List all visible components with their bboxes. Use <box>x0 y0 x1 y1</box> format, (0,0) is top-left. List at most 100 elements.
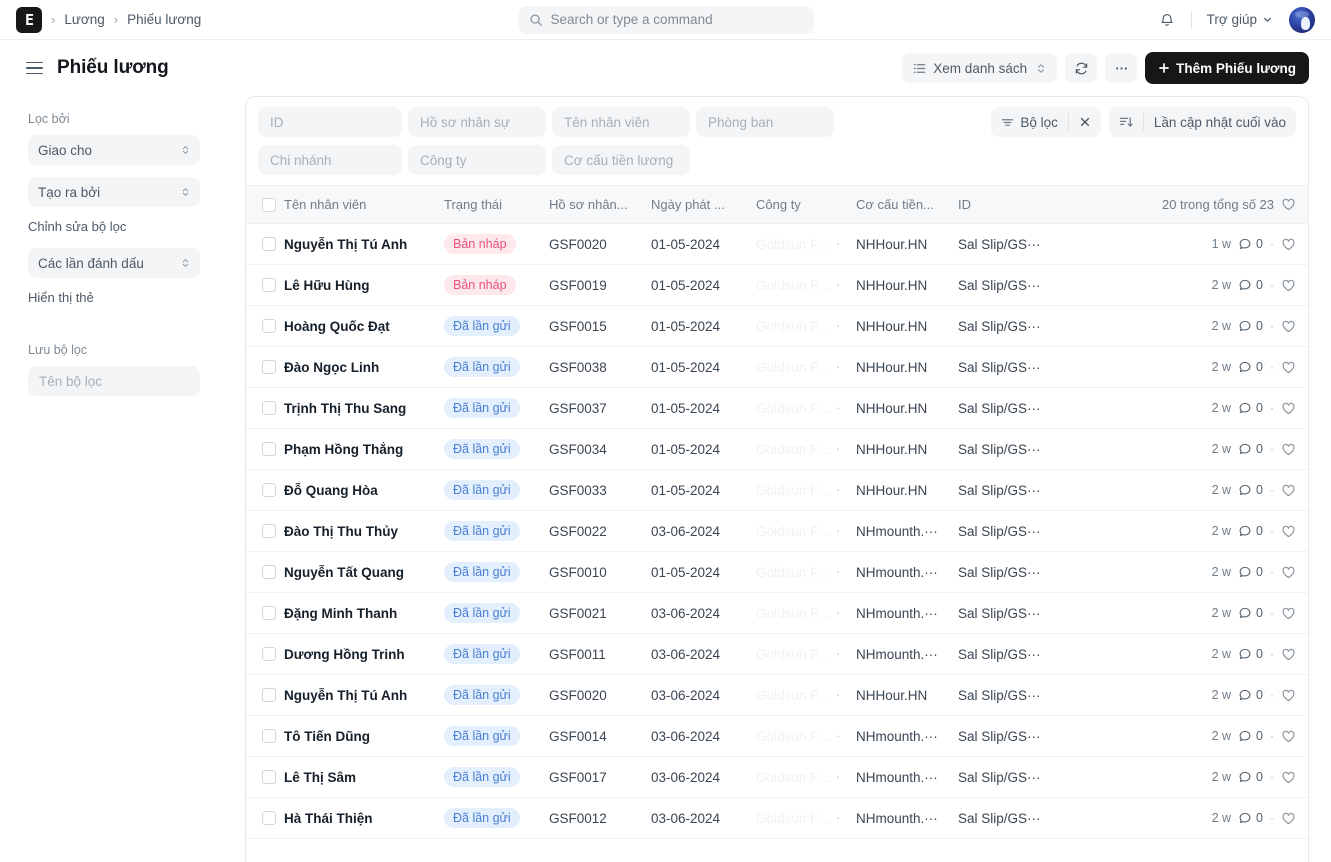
row-checkbox[interactable] <box>262 606 276 620</box>
avatar[interactable] <box>1289 6 1315 33</box>
table-row[interactable]: Tô Tiến Dũng Đã lần gửi GSF0014 03-06-2024 G… <box>246 716 1308 757</box>
comment-count[interactable]: 0 <box>1238 770 1263 784</box>
row-checkbox[interactable] <box>262 647 276 661</box>
heart-icon[interactable] <box>1281 811 1296 826</box>
row-checkbox[interactable] <box>262 360 276 374</box>
table-row[interactable]: Đào Ngọc Linh Đã lần gửi GSF0038 01-05-2024… <box>246 347 1308 388</box>
comment-count[interactable]: 0 <box>1238 278 1263 292</box>
refresh-button[interactable] <box>1065 53 1098 83</box>
app-logo[interactable]: E <box>16 6 42 33</box>
add-payslip-button[interactable]: Thêm Phiếu lương <box>1145 52 1309 84</box>
cell-id[interactable]: Sal Slip/GS··· <box>958 811 1108 826</box>
heart-icon[interactable] <box>1281 524 1296 539</box>
employee-record-filter-input[interactable] <box>408 107 546 137</box>
heart-icon[interactable] <box>1281 401 1296 416</box>
comment-count[interactable]: 0 <box>1238 319 1263 333</box>
heart-icon[interactable] <box>1281 360 1296 375</box>
comment-count[interactable]: 0 <box>1238 606 1263 620</box>
salary-structure-filter-input[interactable] <box>552 145 690 175</box>
heart-icon[interactable] <box>1281 647 1296 662</box>
cell-id[interactable]: Sal Slip/GS··· <box>958 483 1108 498</box>
filter-button[interactable]: Bộ lọc <box>991 107 1068 137</box>
cell-employee-name[interactable]: Nguyễn Thị Tú Anh <box>284 688 444 703</box>
filter-name-input[interactable] <box>28 366 200 396</box>
column-header-name[interactable]: Tên nhân viên <box>284 197 444 212</box>
created-by-select[interactable]: Tạo ra bởi <box>28 177 200 207</box>
row-checkbox[interactable] <box>262 565 276 579</box>
table-row[interactable]: Lê Hữu Hùng Bản nháp GSF0019 01-05-2024 Gold… <box>246 265 1308 306</box>
cell-employee-name[interactable]: Đặng Minh Thanh <box>284 606 444 621</box>
row-checkbox[interactable] <box>262 729 276 743</box>
heart-icon[interactable] <box>1281 442 1296 457</box>
cell-employee-name[interactable]: Dương Hồng Trinh <box>284 647 444 662</box>
row-checkbox[interactable] <box>262 688 276 702</box>
comment-count[interactable]: 0 <box>1238 360 1263 374</box>
heart-icon[interactable] <box>1281 197 1296 212</box>
row-checkbox[interactable] <box>262 483 276 497</box>
assigned-to-select[interactable]: Giao cho <box>28 135 200 165</box>
department-filter-input[interactable] <box>696 107 834 137</box>
table-row[interactable]: Nguyễn Thị Tú Anh Bản nháp GSF0020 01-05-20… <box>246 224 1308 265</box>
cell-id[interactable]: Sal Slip/GS··· <box>958 319 1108 334</box>
breadcrumb-item-phieu-luong[interactable]: Phiếu lương <box>127 12 201 27</box>
comment-count[interactable]: 0 <box>1238 524 1263 538</box>
column-header-id[interactable]: ID <box>958 197 1108 212</box>
column-header-structure[interactable]: Cơ cấu tiền... <box>856 197 958 212</box>
sort-direction-button[interactable] <box>1109 107 1143 137</box>
comment-count[interactable]: 0 <box>1238 483 1263 497</box>
employee-name-filter-input[interactable] <box>552 107 690 137</box>
comment-count[interactable]: 0 <box>1238 565 1263 579</box>
breadcrumb-item-luong[interactable]: Lương <box>64 12 104 27</box>
cell-id[interactable]: Sal Slip/GS··· <box>958 688 1108 703</box>
column-header-company[interactable]: Công ty <box>756 197 856 212</box>
row-checkbox[interactable] <box>262 319 276 333</box>
comment-count[interactable]: 0 <box>1238 237 1263 251</box>
table-row[interactable]: Dương Hồng Trinh Đã lần gửi GSF0011 03-06-2… <box>246 634 1308 675</box>
table-row[interactable]: Hà Thái Thiện Đã lần gửi GSF0012 03-06-2024… <box>246 798 1308 839</box>
table-row[interactable]: Đào Thị Thu Thủy Đã lần gửi GSF0022 03-06-2… <box>246 511 1308 552</box>
cell-id[interactable]: Sal Slip/GS··· <box>958 770 1108 785</box>
cell-employee-name[interactable]: Lê Hữu Hùng <box>284 278 444 293</box>
heart-icon[interactable] <box>1281 483 1296 498</box>
id-filter-input[interactable] <box>258 107 402 137</box>
comment-count[interactable]: 0 <box>1238 647 1263 661</box>
heart-icon[interactable] <box>1281 729 1296 744</box>
table-row[interactable]: Nguyễn Tất Quang Đã lần gửi GSF0010 01-05-2… <box>246 552 1308 593</box>
table-row[interactable]: Đỗ Quang Hòa Đã lần gửi GSF0033 01-05-2024 G… <box>246 470 1308 511</box>
view-list-button[interactable]: Xem danh sách <box>902 53 1058 83</box>
row-checkbox[interactable] <box>262 524 276 538</box>
cell-id[interactable]: Sal Slip/GS··· <box>958 278 1108 293</box>
cell-id[interactable]: Sal Slip/GS··· <box>958 401 1108 416</box>
cell-id[interactable]: Sal Slip/GS··· <box>958 729 1108 744</box>
table-row[interactable]: Hoàng Quốc Đạt Đã lần gửi GSF0015 01-05-202… <box>246 306 1308 347</box>
cell-id[interactable]: Sal Slip/GS··· <box>958 360 1108 375</box>
cell-employee-name[interactable]: Nguyễn Tất Quang <box>284 565 444 580</box>
heart-icon[interactable] <box>1281 319 1296 334</box>
cell-id[interactable]: Sal Slip/GS··· <box>958 524 1108 539</box>
cell-employee-name[interactable]: Hà Thái Thiện <box>284 811 444 826</box>
sort-field-button[interactable]: Lần cập nhật cuối vào <box>1144 107 1296 137</box>
comment-count[interactable]: 0 <box>1238 442 1263 456</box>
cell-employee-name[interactable]: Nguyễn Thị Tú Anh <box>284 237 444 252</box>
cell-employee-name[interactable]: Đào Ngọc Linh <box>284 360 444 375</box>
cell-id[interactable]: Sal Slip/GS··· <box>958 442 1108 457</box>
column-header-date[interactable]: Ngày phát ... <box>651 197 756 212</box>
cell-employee-name[interactable]: Đào Thị Thu Thủy <box>284 524 444 539</box>
cell-employee-name[interactable]: Trịnh Thị Thu Sang <box>284 401 444 416</box>
column-header-status[interactable]: Trạng thái <box>444 197 549 212</box>
cell-employee-name[interactable]: Hoàng Quốc Đạt <box>284 319 444 334</box>
show-tags-link[interactable]: Hiển thị thẻ <box>28 290 215 305</box>
heart-icon[interactable] <box>1281 278 1296 293</box>
cell-id[interactable]: Sal Slip/GS··· <box>958 237 1108 252</box>
row-checkbox[interactable] <box>262 811 276 825</box>
row-checkbox[interactable] <box>262 401 276 415</box>
cell-id[interactable]: Sal Slip/GS··· <box>958 647 1108 662</box>
table-row[interactable]: Nguyễn Thị Tú Anh Đã lần gửi GSF0020 03-06-… <box>246 675 1308 716</box>
company-filter-input[interactable] <box>408 145 546 175</box>
table-row[interactable]: Đặng Minh Thanh Đã lần gửi GSF0021 03-06-20… <box>246 593 1308 634</box>
heart-icon[interactable] <box>1281 237 1296 252</box>
help-menu-button[interactable]: Trợ giúp <box>1201 8 1279 31</box>
notifications-button[interactable] <box>1152 5 1182 35</box>
row-checkbox[interactable] <box>262 770 276 784</box>
row-checkbox[interactable] <box>262 278 276 292</box>
